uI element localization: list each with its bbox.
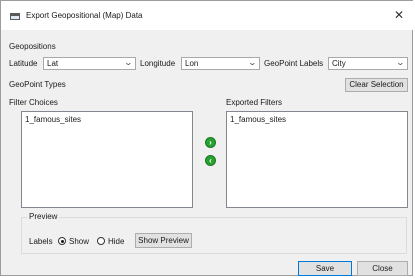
longitude-select[interactable]: Lon ⌄: [181, 57, 260, 70]
clear-selection-button[interactable]: Clear Selection: [345, 78, 408, 92]
filter-choices-list[interactable]: 1_famous_sites: [21, 111, 193, 208]
longitude-label: Longitude: [140, 59, 176, 68]
chevron-down-icon: ⌄: [247, 58, 258, 67]
hide-radio-label[interactable]: Hide: [108, 237, 124, 246]
window-title: Export Geopositional (Map) Data: [26, 11, 143, 20]
preview-group: [21, 217, 407, 254]
list-item[interactable]: 1_famous_sites: [230, 115, 286, 124]
arrow-left-icon[interactable]: ‹: [205, 155, 216, 166]
longitude-value: Lon: [185, 59, 199, 68]
preview-group-label: Preview: [27, 212, 60, 221]
list-item[interactable]: 1_famous_sites: [25, 115, 81, 124]
geopoint-labels-label: GeoPoint Labels: [264, 59, 324, 68]
chevron-down-icon: ⌄: [123, 58, 134, 67]
chevron-down-icon: ⌄: [395, 58, 406, 67]
exported-filters-label: Exported Filters: [226, 98, 283, 107]
latitude-value: Lat: [47, 59, 59, 68]
geopoint-labels-select[interactable]: City ⌄: [328, 57, 408, 70]
latitude-select[interactable]: Lat ⌄: [43, 57, 136, 70]
arrow-right-icon[interactable]: ›: [205, 137, 216, 148]
show-radio-label[interactable]: Show: [69, 237, 89, 246]
geopoint-labels-value: City: [332, 59, 346, 68]
show-radio[interactable]: [58, 237, 66, 245]
geopositions-label: Geopositions: [9, 42, 56, 51]
save-button[interactable]: Save: [298, 261, 352, 276]
filter-choices-label: Filter Choices: [9, 98, 58, 107]
labels-label: Labels: [29, 237, 53, 246]
title-bar: Export Geopositional (Map) Data ✕: [1, 1, 414, 30]
show-preview-button[interactable]: Show Preview: [135, 233, 192, 248]
export-dialog: Export Geopositional (Map) Data ✕ Geopos…: [0, 0, 414, 276]
close-icon[interactable]: ✕: [392, 8, 406, 22]
window-icon: [10, 13, 20, 20]
close-button[interactable]: Close: [357, 261, 408, 276]
latitude-label: Latitude: [9, 59, 38, 68]
exported-filters-list[interactable]: 1_famous_sites: [226, 111, 408, 208]
hide-radio[interactable]: [97, 237, 105, 245]
geopoint-types-label: GeoPoint Types: [9, 80, 66, 89]
